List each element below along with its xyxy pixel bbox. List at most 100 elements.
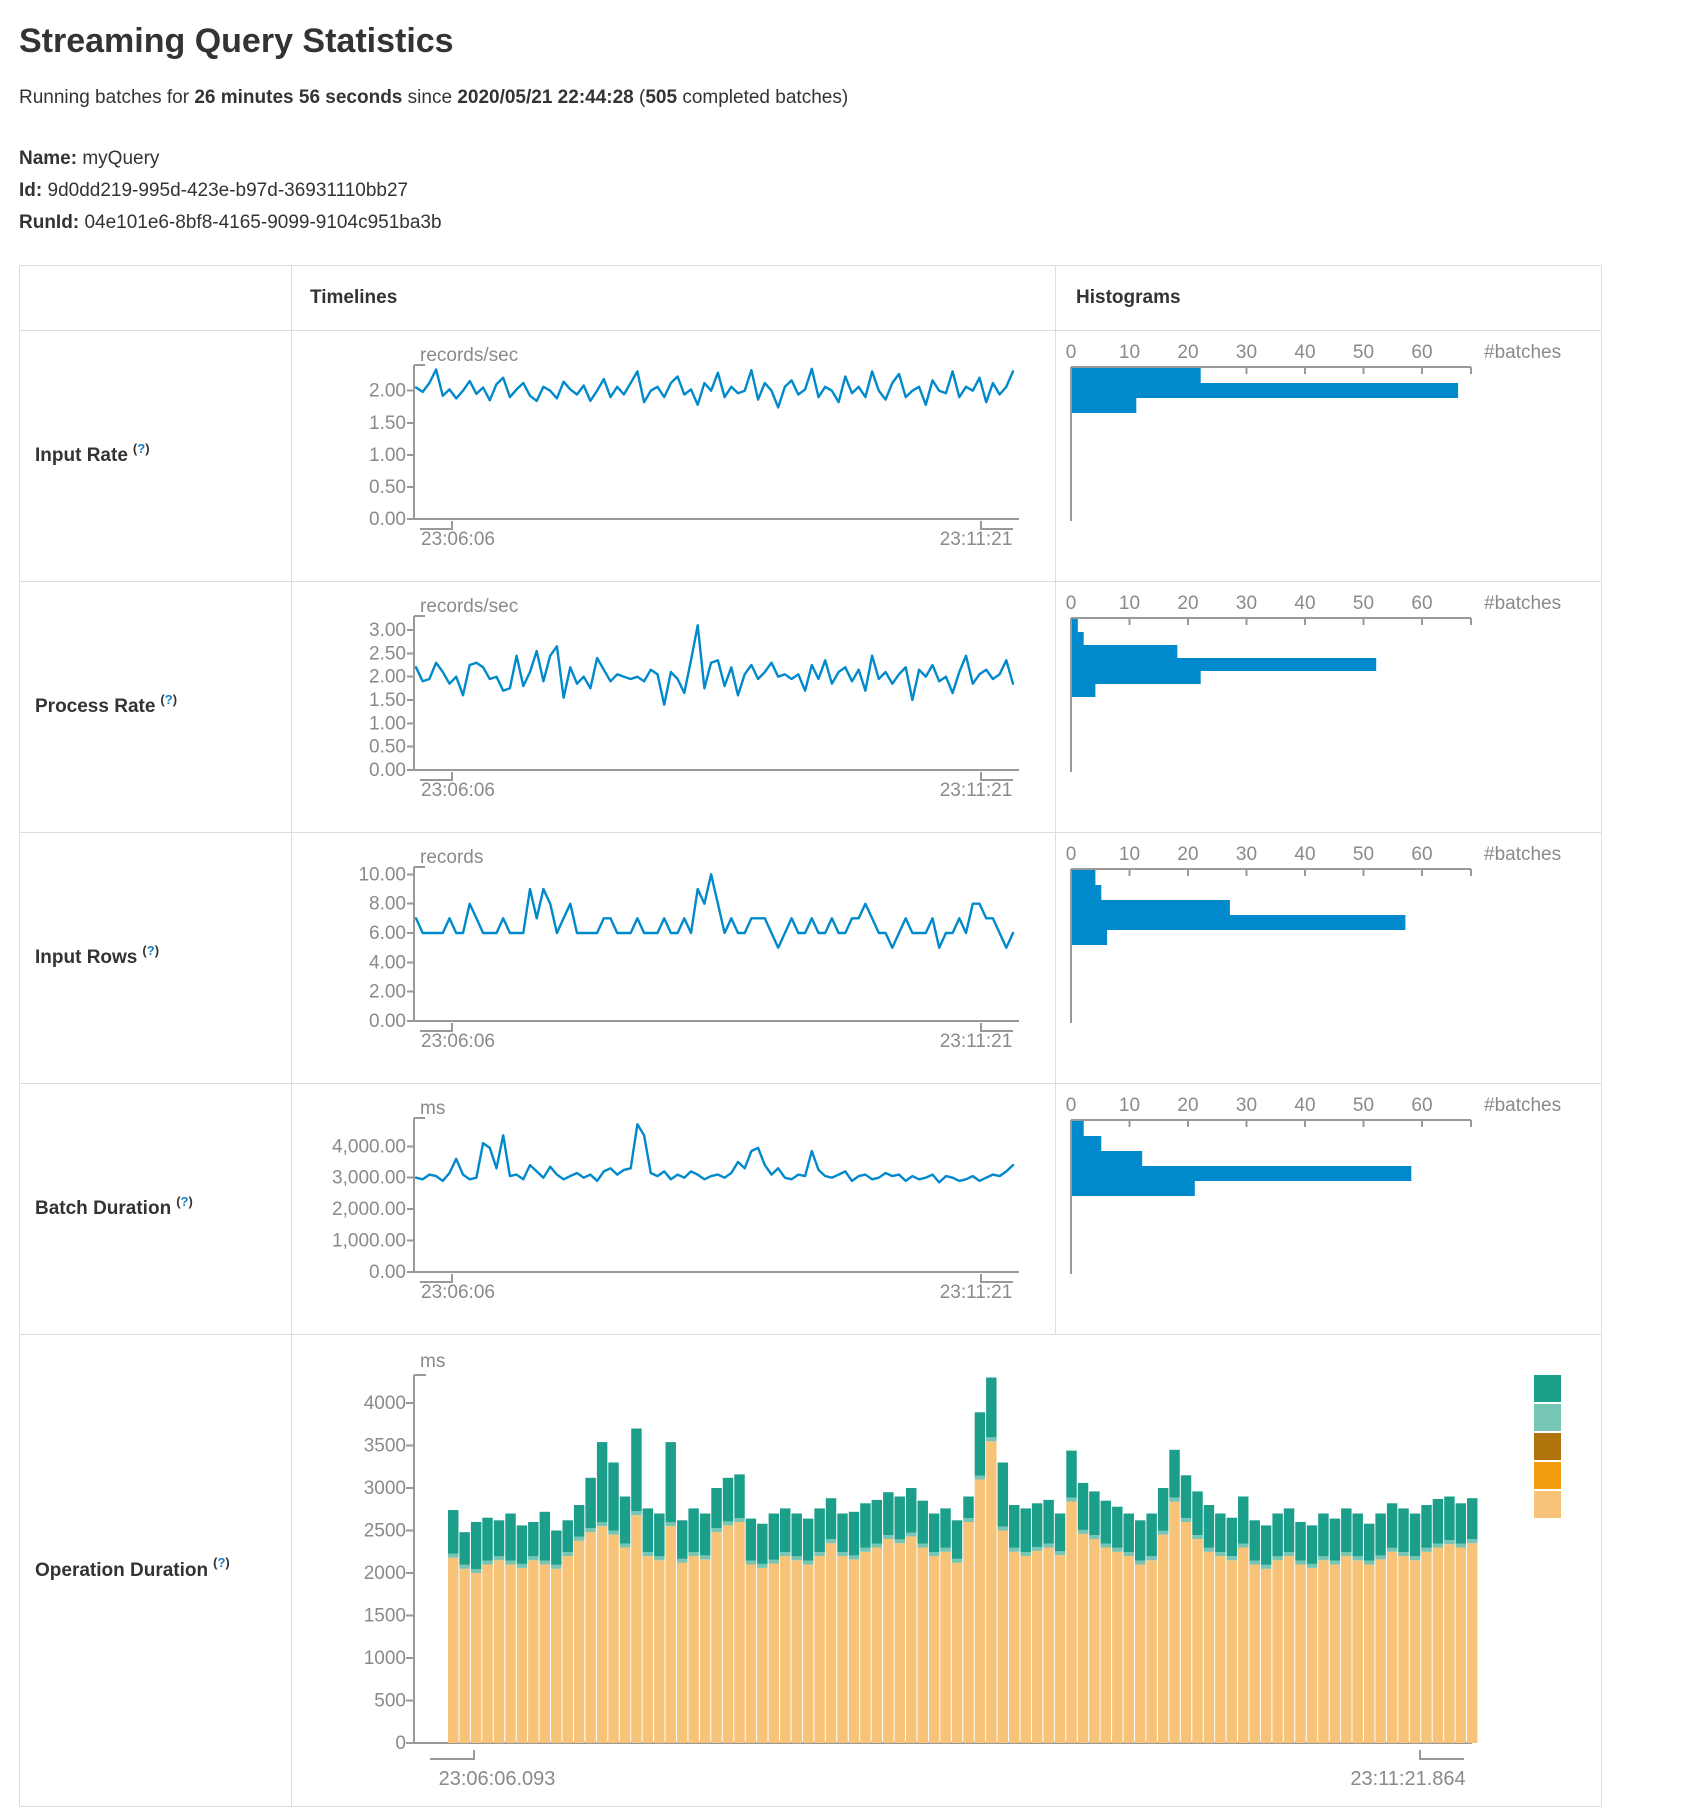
svg-text:23:06:06: 23:06:06	[421, 1031, 495, 1052]
svg-text:2.00: 2.00	[369, 381, 406, 402]
row-label: Input Rate	[35, 445, 128, 467]
svg-text:20: 20	[1177, 844, 1198, 865]
legend-swatch-1	[1534, 1375, 1561, 1402]
svg-text:2.50: 2.50	[369, 643, 406, 664]
svg-text:4000: 4000	[364, 1393, 406, 1414]
process-rate-timeline: records/sec3.002.502.001.501.000.500.002…	[292, 582, 1054, 832]
svg-text:0.00: 0.00	[369, 509, 406, 530]
svg-text:0: 0	[1066, 342, 1077, 363]
table-row-input-rate: Input Rate (?) records/sec2.001.501.000.…	[20, 330, 1601, 581]
svg-text:4.00: 4.00	[369, 952, 406, 973]
svg-text:#batches: #batches	[1484, 342, 1561, 363]
svg-text:50: 50	[1353, 342, 1374, 363]
svg-text:10: 10	[1119, 844, 1140, 865]
row-label-cell: Operation Duration (?)	[20, 1335, 292, 1806]
batch-duration-timeline: ms4,000.003,000.002,000.001,000.000.0023…	[292, 1084, 1054, 1334]
svg-text:40: 40	[1294, 342, 1315, 363]
svg-text:23:06:06: 23:06:06	[421, 780, 495, 801]
row-label: Process Rate	[35, 696, 155, 718]
streaming-query-statistics-page: Streaming Query Statistics Running batch…	[0, 0, 1693, 1807]
running-batches-summary: Running batches for 26 minutes 56 second…	[19, 87, 1693, 109]
table-row-process-rate: Process Rate (?) records/sec 3.002.50 2.00…	[20, 581, 1601, 832]
input-rate-histogram-chart: 0102030405060#batches	[1056, 331, 1601, 581]
svg-text:6.00: 6.00	[369, 923, 406, 944]
input-rate-histogram: 0102030405060#batches	[1056, 331, 1597, 581]
svg-text:30: 30	[1236, 844, 1257, 865]
query-id-value: 9d0dd219-995d-423e-b97d-36931110bb27	[48, 180, 409, 201]
query-runid-value: 04e101e6-8bf8-4165-9099-9104c951ba3b	[84, 212, 441, 233]
operation-duration-stacked-chart: ms4000350030002500200015001000500023:06:…	[292, 1335, 1601, 1806]
svg-text:8.00: 8.00	[369, 894, 406, 915]
input-rows-histogram: 0102030405060#batches	[1056, 833, 1597, 1083]
svg-text:60: 60	[1411, 593, 1432, 614]
svg-text:500: 500	[374, 1691, 406, 1712]
input-rows-timeline: records10.008.006.004.002.000.0023:06:06…	[292, 833, 1054, 1083]
svg-text:20: 20	[1177, 593, 1198, 614]
svg-text:10: 10	[1119, 593, 1140, 614]
input-rate-timeline-chart: records/sec2.001.501.000.500.0023:06:062…	[292, 331, 1056, 581]
svg-text:10: 10	[1119, 342, 1140, 363]
svg-text:#batches: #batches	[1484, 593, 1561, 614]
row-label-cell: Input Rows (?)	[20, 833, 292, 1083]
svg-text:1.00: 1.00	[369, 445, 406, 466]
help-tooltip-icon[interactable]: (?)	[176, 1194, 193, 1209]
svg-text:50: 50	[1353, 844, 1374, 865]
process-rate-timeline-chart: records/sec3.002.502.001.501.000.500.002…	[292, 582, 1056, 832]
svg-text:10: 10	[1119, 1095, 1140, 1116]
svg-text:23:06:06.093: 23:06:06.093	[439, 1768, 556, 1790]
row-label-cell: Batch Duration (?)	[20, 1084, 292, 1334]
table-row-input-rows: Input Rows (?) records10.008.006.004.002…	[20, 832, 1601, 1083]
svg-text:3,000.00: 3,000.00	[332, 1168, 406, 1189]
input-rows-timeline-chart: records10.008.006.004.002.000.0023:06:06…	[292, 833, 1056, 1083]
timelines-column-header: Timelines	[292, 266, 1056, 330]
svg-text:3000: 3000	[364, 1478, 406, 1499]
svg-text:3.00: 3.00	[369, 620, 406, 641]
legend-swatch-5	[1534, 1491, 1561, 1518]
row-label: Operation Duration	[35, 1560, 208, 1582]
svg-text:records/sec: records/sec	[420, 596, 518, 617]
query-runid-label: RunId:	[19, 212, 79, 233]
svg-text:50: 50	[1353, 593, 1374, 614]
svg-text:23:06:06: 23:06:06	[421, 529, 495, 550]
svg-text:0: 0	[395, 1733, 406, 1754]
svg-text:23:11:21: 23:11:21	[940, 780, 1013, 801]
legend-swatch-4	[1534, 1462, 1561, 1489]
svg-text:1,000.00: 1,000.00	[332, 1231, 406, 1252]
input-rate-timeline: records/sec2.001.501.000.500.0023:06:062…	[292, 331, 1054, 581]
svg-text:2000: 2000	[364, 1563, 406, 1584]
svg-text:2.00: 2.00	[369, 667, 406, 688]
row-label-cell: Process Rate (?)	[20, 582, 292, 832]
svg-text:4,000.00: 4,000.00	[332, 1136, 406, 1157]
help-tooltip-icon[interactable]: (?)	[142, 943, 159, 958]
table-header-row: Timelines Histograms	[20, 266, 1601, 330]
svg-text:30: 30	[1236, 1095, 1257, 1116]
header-empty-cell	[20, 266, 292, 330]
svg-text:1000: 1000	[364, 1648, 406, 1669]
svg-text:#batches: #batches	[1484, 1095, 1561, 1116]
help-tooltip-icon[interactable]: (?)	[160, 692, 177, 707]
svg-text:60: 60	[1411, 342, 1432, 363]
svg-text:50: 50	[1353, 1095, 1374, 1116]
svg-text:40: 40	[1294, 1095, 1315, 1116]
svg-text:records/sec: records/sec	[420, 345, 518, 366]
process-rate-histogram: 0102030405060#batches	[1056, 582, 1597, 832]
statistics-table: Timelines Histograms Input Rate (?) reco…	[19, 265, 1602, 1807]
svg-text:3500: 3500	[364, 1436, 406, 1457]
svg-text:23:11:21: 23:11:21	[940, 1282, 1013, 1303]
svg-text:60: 60	[1411, 1095, 1432, 1116]
operation-duration-legend	[1534, 1375, 1561, 1518]
svg-text:1500: 1500	[364, 1606, 406, 1627]
svg-text:40: 40	[1294, 844, 1315, 865]
help-tooltip-icon[interactable]: (?)	[133, 441, 150, 456]
query-name-label: Name:	[19, 148, 77, 169]
query-runid-row: RunId: 04e101e6-8bf8-4165-9099-9104c951b…	[19, 207, 1693, 239]
svg-text:ms: ms	[420, 1098, 445, 1119]
svg-text:0: 0	[1066, 593, 1077, 614]
query-name-value: myQuery	[82, 148, 159, 169]
svg-text:2,000.00: 2,000.00	[332, 1199, 406, 1220]
histograms-column-header: Histograms	[1056, 266, 1601, 330]
svg-text:0.50: 0.50	[369, 737, 406, 758]
table-row-operation-duration: Operation Duration (?) ms400035003000250…	[20, 1334, 1601, 1806]
svg-text:30: 30	[1236, 593, 1257, 614]
help-tooltip-icon[interactable]: (?)	[213, 1555, 230, 1570]
